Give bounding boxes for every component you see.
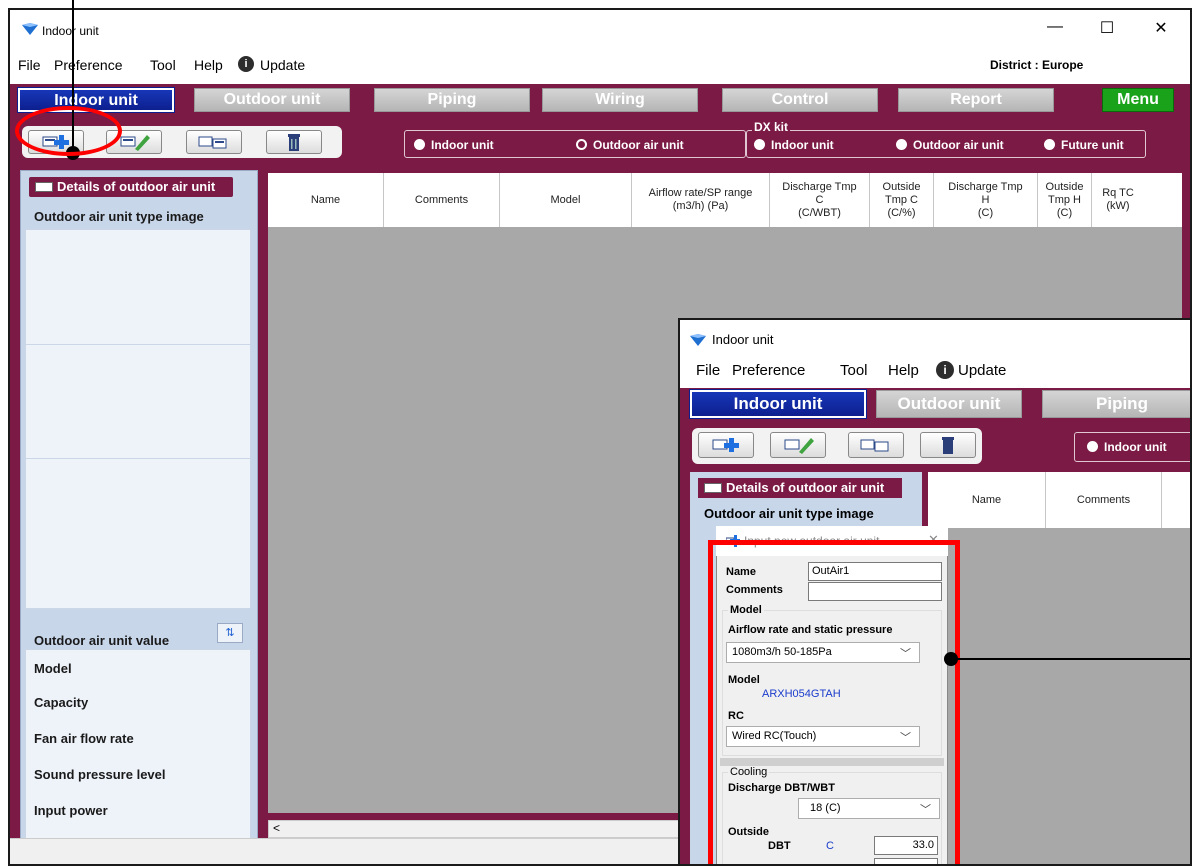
menu-update[interactable]: Update xyxy=(260,57,305,73)
col-airflow[interactable]: Airflow rate/SP range (m3/h) (Pa) xyxy=(632,173,770,227)
edit-unit-icon xyxy=(784,438,814,454)
radio-dx-indoor-unit[interactable]: Indoor unit xyxy=(754,138,834,152)
trash-icon xyxy=(288,134,300,151)
type-image-area xyxy=(25,229,251,609)
title-bar: Indoor unit — ☐ ✕ xyxy=(10,10,1190,50)
horizontal-scrollbar[interactable]: < xyxy=(268,820,686,838)
window-title: Indoor unit xyxy=(42,24,99,38)
copy-unit-icon xyxy=(860,439,889,452)
maximize-button[interactable]: ☐ xyxy=(1092,18,1122,38)
dx-kit-label: DX kit xyxy=(752,120,791,134)
col-rq-tc[interactable]: Rq TC (kW) xyxy=(1092,173,1144,227)
inset-tab-outdoor-unit[interactable]: Outdoor unit xyxy=(876,390,1022,418)
app-logo-icon xyxy=(690,334,706,346)
value-capacity: Capacity xyxy=(34,695,89,710)
menu-button[interactable]: Menu xyxy=(1102,88,1174,112)
panel-header-icon xyxy=(35,182,53,192)
value-fan-air-flow-rate: Fan air flow rate xyxy=(34,731,134,746)
menu-file[interactable]: File xyxy=(18,57,41,73)
inset-delete-button[interactable] xyxy=(920,432,976,458)
radio-selected-icon xyxy=(576,139,587,150)
menu-tool[interactable]: Tool xyxy=(150,57,176,73)
inset-col-name[interactable]: Name xyxy=(928,472,1046,528)
radio-dot-icon xyxy=(414,139,425,150)
col-model[interactable]: Model xyxy=(500,173,632,227)
copy-unit-icon xyxy=(198,136,227,149)
value-sound-pressure-level: Sound pressure level xyxy=(34,767,166,782)
tab-bar: Indoor unit Outdoor unit Piping Wiring C… xyxy=(10,84,1190,118)
radio-dot-icon xyxy=(754,139,765,150)
add-unit-icon xyxy=(712,438,739,452)
unit-value-label: Outdoor air unit value xyxy=(34,633,170,648)
inset-tab-piping[interactable]: Piping xyxy=(1042,390,1190,418)
delete-unit-button[interactable] xyxy=(266,130,322,154)
tab-control[interactable]: Control xyxy=(722,88,878,112)
highlight-add-button xyxy=(15,106,122,156)
district-label: District : Europe xyxy=(990,58,1084,72)
inset-edit-button[interactable] xyxy=(770,432,826,458)
inset-add-button[interactable] xyxy=(698,432,754,458)
inset-radio-indoor-unit[interactable]: Indoor unit xyxy=(1074,432,1190,462)
col-outside-tmp-h[interactable]: Outside Tmp H (C) xyxy=(1038,173,1092,227)
radio-future-unit[interactable]: Future unit xyxy=(1044,138,1124,152)
tab-wiring[interactable]: Wiring xyxy=(542,88,698,112)
radio-indoor-unit[interactable]: Indoor unit xyxy=(414,138,494,152)
col-comments[interactable]: Comments xyxy=(384,173,500,227)
value-model: Model xyxy=(34,661,72,676)
value-input-power: Input power xyxy=(34,803,108,818)
inset-copy-button[interactable] xyxy=(848,432,904,458)
details-panel: Details of outdoor air unit Outdoor air … xyxy=(20,170,258,848)
tab-outdoor-unit[interactable]: Outdoor unit xyxy=(194,88,350,112)
info-icon: i xyxy=(238,56,254,72)
highlight-dialog xyxy=(708,540,960,864)
inset-type-image-label: Outdoor air unit type image xyxy=(704,506,874,521)
col-discharge-tmp-c[interactable]: Discharge Tmp C (C/WBT) xyxy=(770,173,870,227)
inset-menu-tool[interactable]: Tool xyxy=(840,362,868,379)
toolbar: Indoor unit Outdoor air unit DX kit Indo… xyxy=(10,118,1190,168)
minimize-button[interactable]: — xyxy=(1040,18,1070,36)
inset-grid xyxy=(928,472,1190,864)
inset-menu-file[interactable]: File xyxy=(696,362,720,379)
radio-outdoor-air-unit[interactable]: Outdoor air unit xyxy=(576,138,684,152)
menu-bar: File Preference Tool Help i Update Distr… xyxy=(10,52,1190,80)
callout-line xyxy=(952,658,1190,660)
radio-dot-icon xyxy=(896,139,907,150)
details-panel-header: Details of outdoor air unit xyxy=(29,177,233,197)
col-name[interactable]: Name xyxy=(268,173,384,227)
inset-menu-preference[interactable]: Preference xyxy=(732,362,805,379)
inset-menu-help[interactable]: Help xyxy=(888,362,919,379)
inset-window-title: Indoor unit xyxy=(712,332,774,347)
sort-toggle-button[interactable]: ⇅ xyxy=(217,623,243,643)
close-button[interactable]: ✕ xyxy=(1146,18,1176,38)
menu-help[interactable]: Help xyxy=(194,57,223,73)
col-discharge-tmp-h[interactable]: Discharge Tmp H (C) xyxy=(934,173,1038,227)
radio-dx-outdoor-air-unit[interactable]: Outdoor air unit xyxy=(896,138,1004,152)
inset-col-comments[interactable]: Comments xyxy=(1046,472,1162,528)
radio-dot-icon xyxy=(1044,139,1055,150)
info-icon: i xyxy=(936,361,954,379)
tab-report[interactable]: Report xyxy=(898,88,1054,112)
scroll-left-icon[interactable]: < xyxy=(273,821,280,835)
inset-window: Indoor unit File Preference Tool Help i … xyxy=(678,318,1192,866)
inset-tab-indoor-unit[interactable]: Indoor unit xyxy=(689,389,867,419)
inset-menu-update[interactable]: Update xyxy=(958,362,1006,379)
copy-unit-button[interactable] xyxy=(186,130,242,154)
type-image-label: Outdoor air unit type image xyxy=(34,209,204,224)
col-outside-tmp-c[interactable]: Outside Tmp C (C/%) xyxy=(870,173,934,227)
tab-piping[interactable]: Piping xyxy=(374,88,530,112)
panel-header-icon xyxy=(704,483,722,493)
menu-preference[interactable]: Preference xyxy=(54,57,122,73)
inset-panel-header: Details of outdoor air unit xyxy=(698,478,902,498)
table-header: Name Comments Model Airflow rate/SP rang… xyxy=(268,173,1182,227)
trash-icon xyxy=(942,437,954,454)
radio-dot-icon xyxy=(1087,441,1098,452)
app-logo-icon xyxy=(22,23,38,35)
